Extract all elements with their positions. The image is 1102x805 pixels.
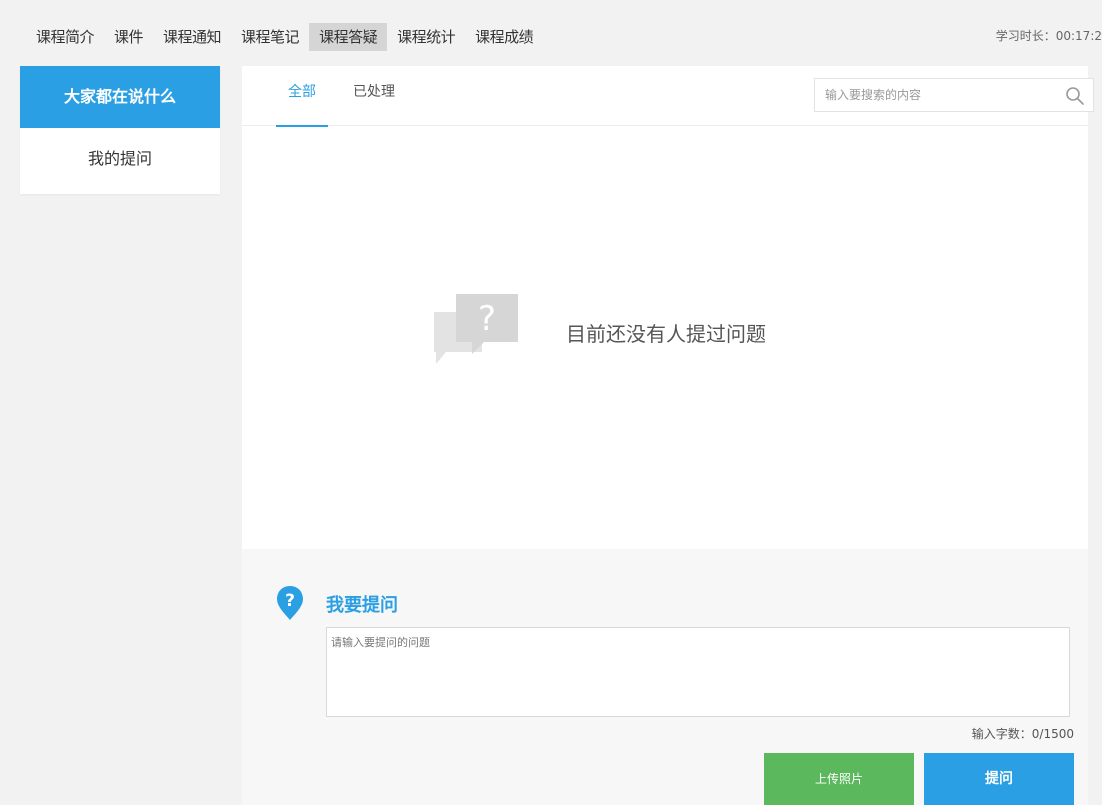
- ask-title: 我要提问: [326, 595, 398, 616]
- question-bubble-icon: ?: [430, 292, 522, 382]
- tab-processed[interactable]: 已处理: [346, 66, 402, 126]
- empty-state: ? 目前还没有人提过问题: [430, 292, 830, 382]
- tab-course-qa[interactable]: 课程答疑: [309, 23, 388, 51]
- search-box: [814, 78, 1094, 112]
- question-pin-icon: ?: [276, 585, 304, 621]
- top-nav: 课程简介 课件 课程通知 课程笔记 课程答疑 课程统计 课程成绩 学习时长：00…: [0, 0, 1102, 66]
- tab-course-intro[interactable]: 课程简介: [26, 23, 104, 51]
- question-textarea[interactable]: [326, 627, 1070, 717]
- svg-text:?: ?: [478, 299, 496, 339]
- upload-photo-button[interactable]: 上传照片: [764, 753, 914, 805]
- menu-item-everyone-talking[interactable]: 大家都在说什么: [20, 66, 220, 128]
- empty-message: 目前还没有人提过问题: [566, 322, 766, 346]
- main-panel: 全部 已处理 ? 目前还没有人提过问题: [242, 66, 1094, 805]
- tab-course-notice[interactable]: 课程通知: [153, 23, 231, 51]
- char-counter: 输入字数：0/1500: [971, 727, 1074, 741]
- study-time: 学习时长：00:17:2: [995, 29, 1102, 43]
- menu-item-my-questions[interactable]: 我的提问: [20, 128, 220, 190]
- tab-all[interactable]: 全部: [276, 66, 328, 127]
- left-menu: 大家都在说什么 我的提问: [20, 66, 220, 194]
- submit-question-button[interactable]: 提问: [924, 753, 1074, 805]
- course-tabs: 课程简介 课件 课程通知 课程笔记 课程答疑 课程统计 课程成绩: [26, 23, 543, 51]
- filter-tabs: 全部 已处理: [242, 66, 1094, 127]
- tab-courseware[interactable]: 课件: [104, 23, 153, 51]
- search-input[interactable]: [815, 79, 1055, 111]
- tab-course-stats[interactable]: 课程统计: [387, 23, 465, 51]
- tab-course-grades[interactable]: 课程成绩: [465, 23, 543, 51]
- search-icon[interactable]: [1065, 86, 1085, 106]
- tab-course-notes[interactable]: 课程笔记: [231, 23, 309, 51]
- ask-question-form: ? 我要提问 输入字数：0/1500 上传照片 提问: [242, 549, 1088, 805]
- svg-text:?: ?: [285, 591, 295, 611]
